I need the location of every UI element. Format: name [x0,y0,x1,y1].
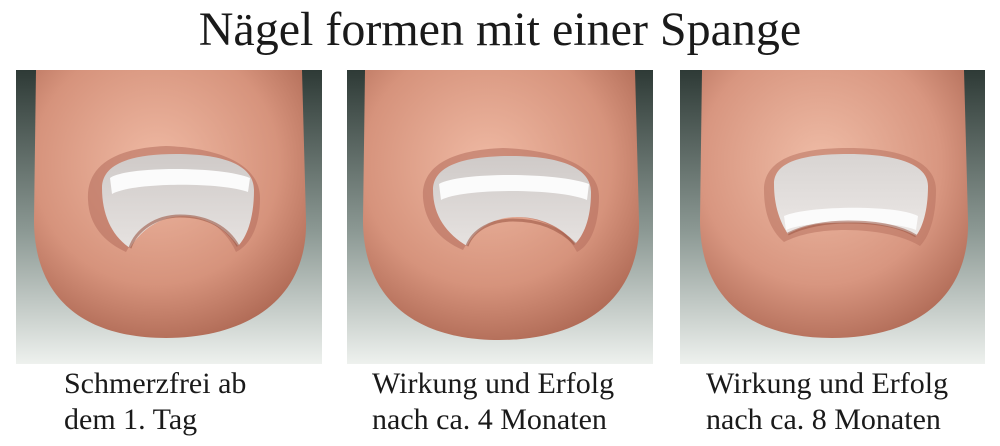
caption-line-2: nach ca. 4 Monaten [372,403,607,436]
toe-illustration-month-4 [347,70,653,364]
caption-line-1: Wirkung und Erfolg [706,367,949,400]
caption-line-2: nach ca. 8 Monaten [706,403,941,436]
caption-line-1: Schmerzfrei ab [64,367,247,400]
caption-line-2: dem 1. Tag [64,403,198,436]
toe-illustration-day-1 [16,70,322,364]
caption-month-8: Wirkung und Erfolg nach ca. 8 Monaten [706,366,948,438]
toe-illustration-month-8 [680,70,985,364]
page-title: Nägel formen mit einer Spange [198,3,802,56]
caption-month-4: Wirkung und Erfolg nach ca. 4 Monaten [372,366,614,438]
caption-day-1: Schmerzfrei ab dem 1. Tag [64,366,246,438]
caption-line-1: Wirkung und Erfolg [372,367,615,400]
